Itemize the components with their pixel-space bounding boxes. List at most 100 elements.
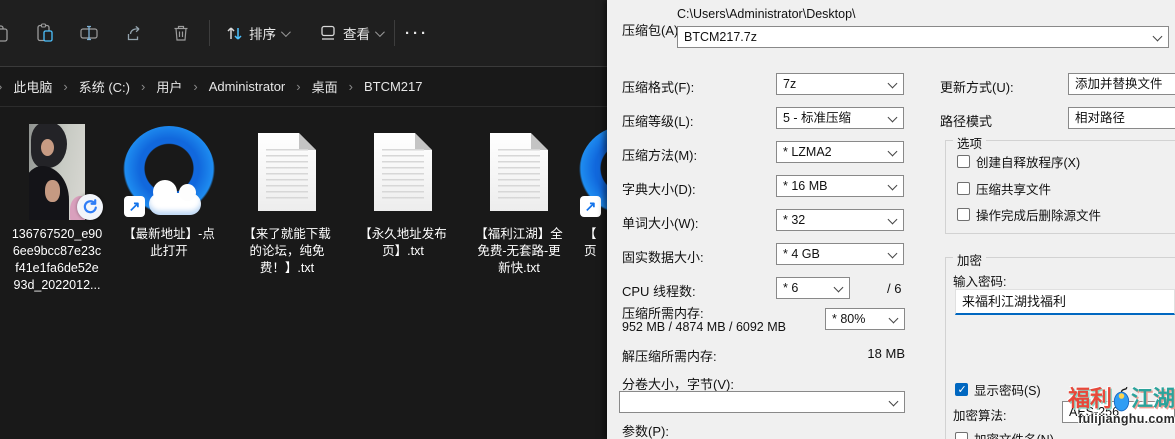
level-combobox[interactable]: 5 - 标准压缩 [776, 107, 904, 129]
chevron-down-icon [281, 27, 291, 37]
password-input[interactable]: 来福利江湖找福利 [955, 289, 1175, 315]
checkbox-icon [957, 208, 970, 221]
checkbox-create-sfx[interactable]: 创建自释放程序(X) [957, 152, 1080, 171]
cpu-threads-label: CPU 线程数: [622, 281, 696, 300]
seven-zip-dialog: 压缩包(A) C:\Users\Administrator\Desktop\ B… [607, 0, 1175, 439]
checkbox-show-password[interactable]: 显示密码(S) [955, 380, 1041, 399]
chevron-down-icon [375, 27, 385, 37]
encryption-legend: 加密 [953, 250, 986, 269]
password-label: 输入密码: [953, 271, 1006, 290]
file-item-qq-shortcut[interactable]: 【最新地址】-点 此打开 [120, 124, 218, 260]
dictionary-combobox[interactable]: * 16 MB [776, 175, 904, 197]
view-label: 查看 [343, 23, 370, 43]
view-icon [318, 23, 338, 43]
shortcut-arrow-icon [124, 196, 145, 217]
file-item-txt-1[interactable]: 【来了就能下载 的论坛，纯免 费！】.txt [238, 124, 336, 277]
mouse-icon [1113, 386, 1130, 412]
encryption-method-label: 加密算法: [953, 405, 1006, 424]
archive-name-combobox[interactable]: BTCM217.7z [677, 26, 1169, 48]
screen: 排序 查看 ··· › 此电脑 › 系统 (C:) › [0, 0, 1175, 439]
checkbox-icon [955, 432, 968, 439]
checkbox-compress-shared[interactable]: 压缩共享文件 [957, 179, 1051, 198]
format-combobox[interactable]: 7z [776, 73, 904, 95]
checkbox-icon [957, 155, 970, 168]
share-icon[interactable] [125, 23, 145, 43]
path-mode-label: 路径模式 [940, 111, 992, 130]
toolbar-separator [209, 20, 210, 46]
cpu-threads-max: / 6 [887, 281, 901, 296]
breadcrumb-separator: › [193, 79, 197, 94]
explorer-toolbar: 排序 查看 ··· [0, 0, 607, 67]
text-file-icon [258, 133, 316, 211]
file-label: 【福利江湖】全 免费-无套路-更 新快.txt [470, 226, 568, 277]
solid-block-combobox[interactable]: * 4 GB [776, 243, 904, 265]
more-icon: ··· [405, 25, 429, 42]
text-file-icon [374, 133, 432, 211]
breadcrumb: › 此电脑 › 系统 (C:) › 用户 › Administrator › 桌… [0, 67, 607, 107]
checkbox-icon [957, 182, 970, 195]
file-label: 【来了就能下载 的论坛，纯免 费！】.txt [238, 226, 336, 277]
update-mode-label: 更新方式(U): [940, 77, 1014, 96]
file-label: 136767520_e90 6ee9bcc87e23c f41e1fa6de52… [8, 226, 106, 294]
player-badge-icon [77, 194, 103, 220]
memory-usage-combobox[interactable]: * 80% [825, 308, 905, 330]
breadcrumb-item-drive-c[interactable]: 系统 (C:) [79, 77, 130, 96]
breadcrumb-item-administrator[interactable]: Administrator [209, 79, 286, 94]
dictionary-label: 字典大小(D): [622, 179, 696, 198]
watermark-domain: fulijianghu.com [1063, 412, 1175, 426]
file-item-video[interactable]: 136767520_e90 6ee9bcc87e23c f41e1fa6de52… [8, 124, 106, 294]
parameters-label: 参数(P): [622, 421, 669, 439]
cpu-threads-combobox[interactable]: * 6 [776, 277, 850, 299]
level-label: 压缩等级(L): [622, 111, 694, 130]
archive-label: 压缩包(A) [622, 20, 678, 39]
breadcrumb-separator: › [0, 79, 2, 94]
checkbox-label: 压缩共享文件 [976, 179, 1051, 198]
checkbox-label: 加密文件名(N) [974, 429, 1054, 439]
text-file-icon [490, 133, 548, 211]
sort-icon [224, 23, 244, 43]
file-item-txt-3[interactable]: 【福利江湖】全 免费-无套路-更 新快.txt [470, 124, 568, 277]
checkbox-encrypt-filenames[interactable]: 加密文件名(N) [955, 429, 1054, 439]
file-label: 【最新地址】-点 此打开 [120, 226, 218, 260]
breadcrumb-item-this-pc[interactable]: 此电脑 [13, 77, 52, 96]
toolbar-separator [394, 20, 395, 46]
format-label: 压缩格式(F): [622, 77, 694, 96]
breadcrumb-item-users[interactable]: 用户 [156, 77, 182, 96]
breadcrumb-item-btcm217[interactable]: BTCM217 [364, 79, 423, 94]
memory-usage-detail: 952 MB / 4874 MB / 6092 MB [622, 320, 786, 334]
checkbox-checked-icon [955, 383, 968, 396]
checkbox-label: 创建自释放程序(X) [976, 152, 1080, 171]
breadcrumb-separator: › [141, 79, 145, 94]
view-button[interactable]: 查看 [318, 23, 382, 43]
qq-browser-icon [123, 126, 215, 218]
solid-block-label: 固实数据大小: [622, 247, 704, 266]
file-label: 【永久地址发布 页】.txt [354, 226, 452, 260]
watermark: 福利 江湖 fulijianghu.com [1063, 386, 1175, 426]
paste-icon[interactable] [35, 23, 55, 43]
rename-icon[interactable] [79, 23, 99, 43]
options-legend: 选项 [953, 133, 986, 152]
path-mode-combobox[interactable]: 相对路径 [1068, 107, 1175, 129]
sort-button[interactable]: 排序 [224, 23, 288, 43]
watermark-brand-right: 江湖 [1131, 386, 1175, 412]
checkbox-label: 显示密码(S) [974, 380, 1041, 399]
file-label: 【 页 [576, 226, 607, 260]
volume-size-combobox[interactable] [619, 391, 905, 413]
decompress-memory-label: 解压缩所需内存: [622, 346, 717, 365]
breadcrumb-separator: › [63, 79, 67, 94]
file-item-txt-2[interactable]: 【永久地址发布 页】.txt [354, 124, 452, 260]
sort-label: 排序 [249, 23, 276, 43]
word-size-label: 单词大小(W): [622, 213, 699, 232]
checkbox-delete-after[interactable]: 操作完成后删除源文件 [957, 205, 1101, 224]
delete-icon[interactable] [171, 23, 191, 43]
breadcrumb-item-desktop[interactable]: 桌面 [312, 77, 338, 96]
update-mode-combobox[interactable]: 添加并替换文件 [1068, 73, 1175, 95]
more-button[interactable]: ··· [405, 25, 429, 42]
decompress-memory-value: 18 MB [837, 346, 905, 361]
file-item-partial[interactable]: 【 页 [576, 124, 607, 260]
breadcrumb-separator: › [296, 79, 300, 94]
copy-icon[interactable] [0, 23, 9, 43]
method-combobox[interactable]: * LZMA2 [776, 141, 904, 163]
word-size-combobox[interactable]: * 32 [776, 209, 904, 231]
breadcrumb-separator: › [349, 79, 353, 94]
